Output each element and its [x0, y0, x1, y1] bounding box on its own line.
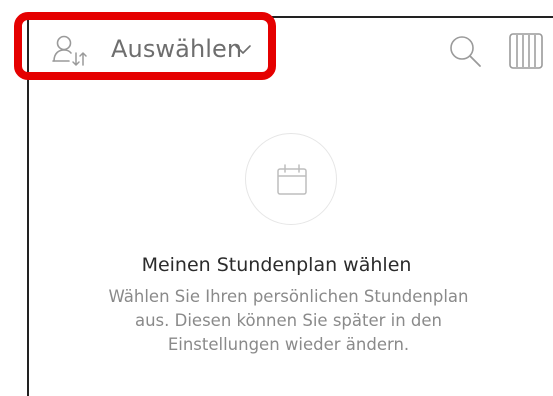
schedule-selector-label[interactable]: Auswählen: [111, 35, 242, 63]
toolbar: Auswählen: [0, 0, 553, 80]
empty-state-line: Einstellungen wieder ändern.: [167, 335, 410, 354]
empty-state-line: aus. Diesen können Sie später in den: [134, 311, 443, 330]
empty-state-description: Wählen Sie Ihren persönlichen Stundenpla…: [76, 285, 501, 357]
column-view-icon[interactable]: [509, 33, 543, 69]
chevron-down-icon[interactable]: [234, 44, 252, 56]
search-icon[interactable]: [447, 33, 485, 71]
calendar-icon-circle: [245, 133, 337, 225]
user-switch-icon: [52, 35, 87, 66]
empty-state-title: Meinen Stundenplan wählen: [141, 254, 412, 276]
empty-state-line: Wählen Sie Ihren persönlichen Stundenpla…: [108, 287, 469, 306]
calendar-icon: [277, 164, 307, 195]
